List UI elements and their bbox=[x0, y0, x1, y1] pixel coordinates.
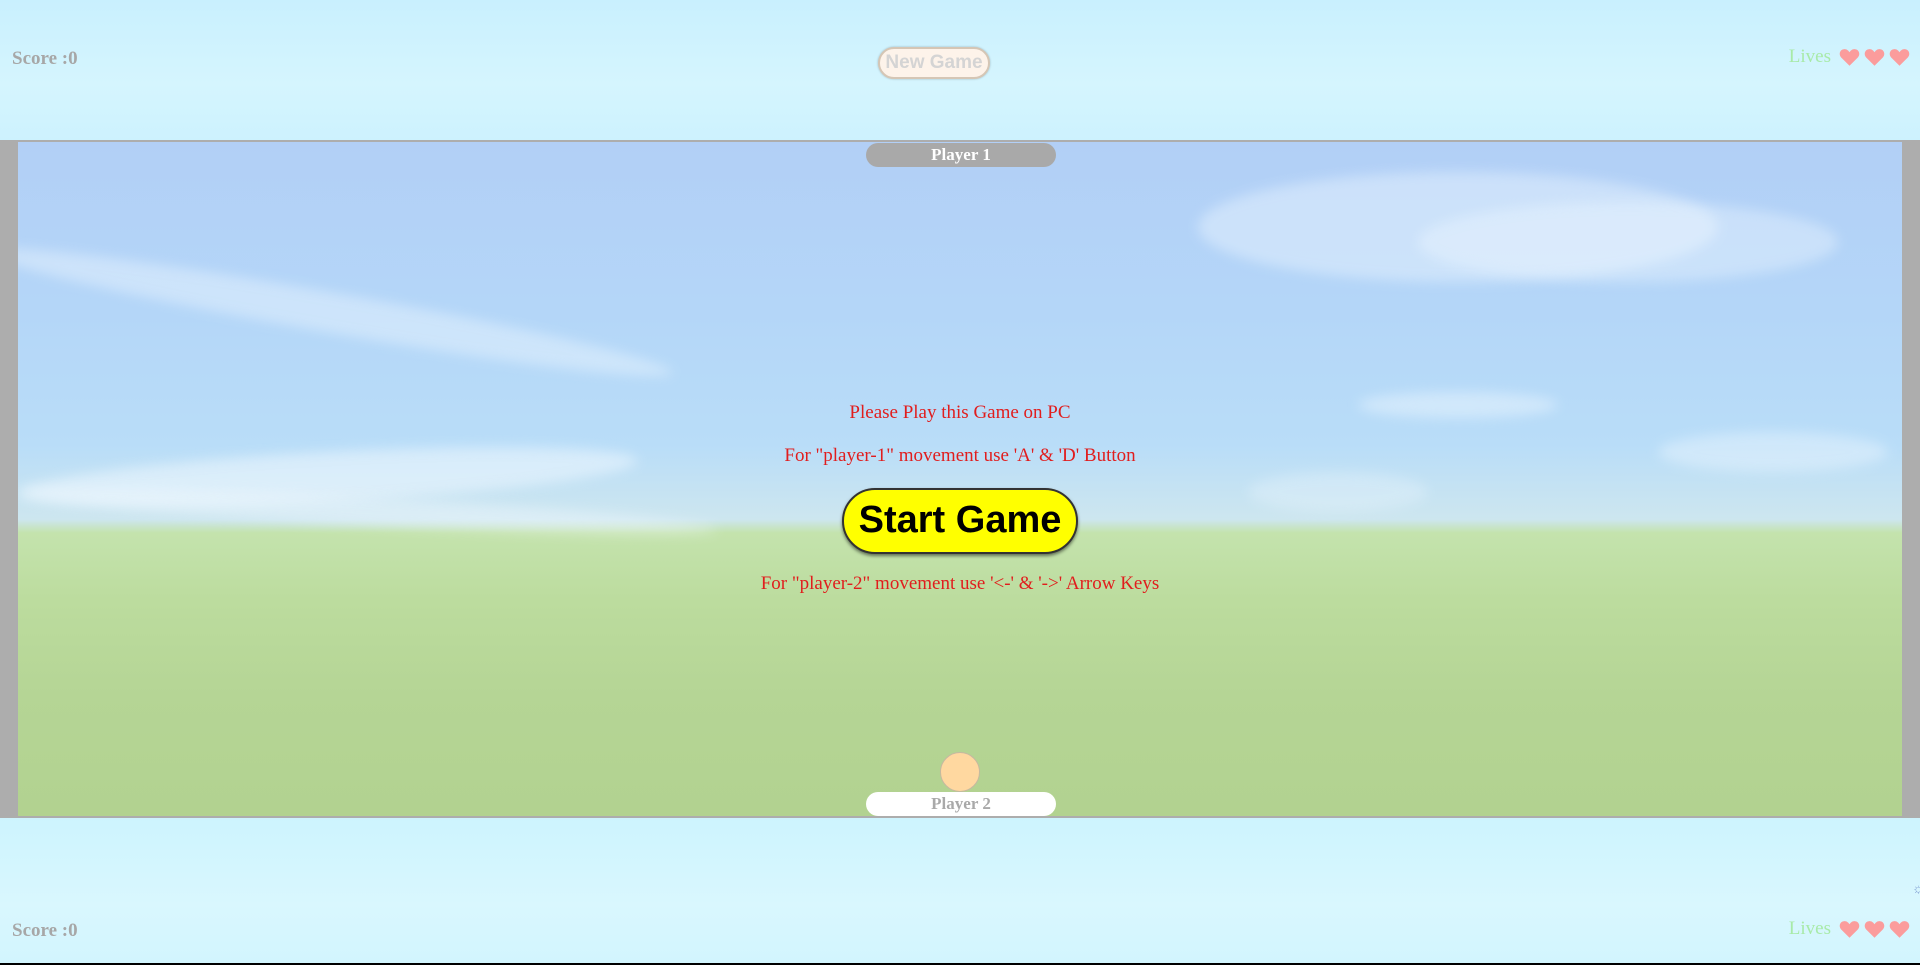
lives-label: Lives bbox=[1788, 918, 1831, 939]
heart-icon bbox=[1889, 921, 1910, 938]
lives-label: Lives bbox=[1788, 46, 1831, 67]
ball bbox=[940, 752, 980, 792]
game-page: Score :0 New Game Lives Player 1 Please … bbox=[0, 0, 1920, 963]
heart-icon bbox=[1889, 49, 1910, 66]
player1-controls-message: For "player-1" movement use 'A' & 'D' Bu… bbox=[784, 445, 1136, 466]
play-on-pc-message: Please Play this Game on PC bbox=[849, 402, 1071, 423]
player1-lives: Lives bbox=[1789, 46, 1910, 68]
bottom-bar bbox=[0, 818, 1920, 963]
corner-mark-icon: ☼ bbox=[1912, 882, 1920, 897]
heart-icon bbox=[1839, 49, 1860, 66]
heart-icon bbox=[1864, 49, 1885, 66]
top-bar: Score :0 New Game Lives bbox=[0, 0, 1920, 140]
player2-controls-message: For "player-2" movement use '<-' & '->' … bbox=[760, 573, 1160, 594]
player2-paddle: Player 2 bbox=[866, 792, 1056, 816]
new-game-button[interactable]: New Game bbox=[878, 47, 990, 79]
cloud bbox=[1418, 202, 1838, 282]
heart-icon bbox=[1864, 921, 1885, 938]
player2-score: Score :0 bbox=[12, 920, 78, 941]
start-game-button[interactable]: Start Game bbox=[842, 488, 1078, 554]
player1-paddle: Player 1 bbox=[866, 143, 1056, 167]
player2-lives: Lives bbox=[1789, 918, 1910, 940]
heart-icon bbox=[1839, 921, 1860, 938]
game-arena: Player 1 Please Play this Game on PC For… bbox=[0, 140, 1920, 818]
cloud bbox=[18, 231, 677, 393]
game-field: Player 1 Please Play this Game on PC For… bbox=[18, 142, 1902, 816]
player1-score: Score :0 bbox=[12, 48, 78, 69]
cloud bbox=[1248, 472, 1428, 512]
